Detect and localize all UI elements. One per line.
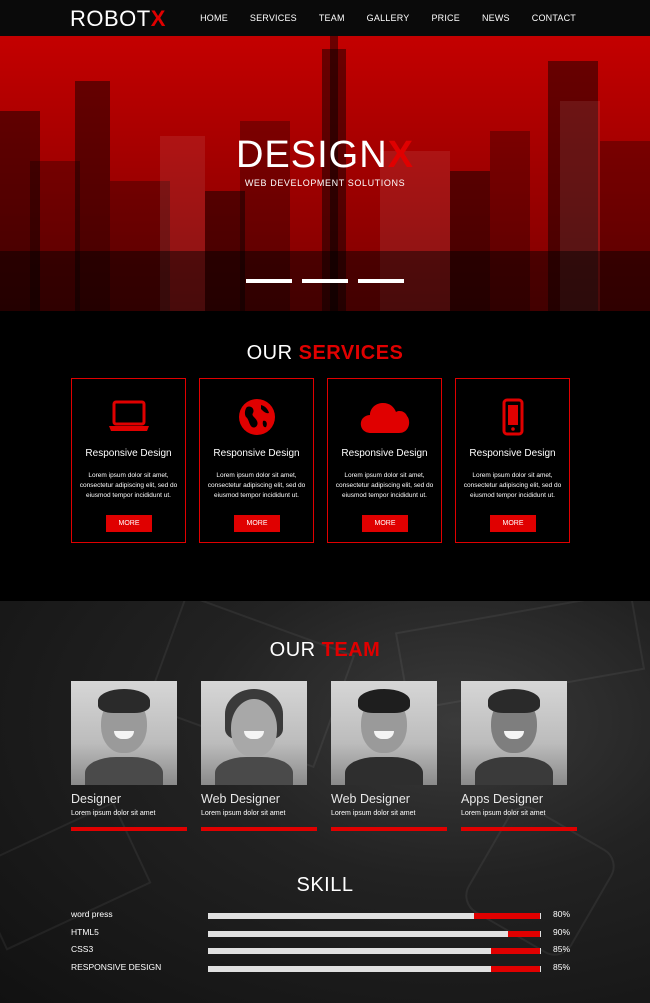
nav-news[interactable]: NEWS — [482, 13, 510, 23]
member-description: Lorem ipsum dolor sit amet — [71, 810, 156, 817]
service-card: Responsive Design Lorem ipsum dolor sit … — [199, 378, 314, 543]
skill-label: HTML5 — [71, 926, 99, 937]
skill-progress-fill — [474, 913, 540, 919]
member-photo — [201, 681, 307, 785]
team-member-card: Web Designer Lorem ipsum dolor sit amet — [331, 681, 447, 831]
member-role: Apps Designer — [461, 792, 543, 806]
more-button[interactable]: MORE — [362, 515, 408, 532]
nav-contact[interactable]: CONTACT — [532, 13, 576, 23]
service-card: Responsive Design Lorem ipsum dolor sit … — [455, 378, 570, 543]
team-heading-text: OUR — [269, 639, 316, 661]
service-description: Lorem ipsum dolor sit amet, consectetur … — [463, 472, 562, 499]
team-member-card: Web Designer Lorem ipsum dolor sit amet — [201, 681, 317, 831]
nav-home[interactable]: HOME — [200, 13, 228, 23]
mobile-icon — [456, 395, 569, 439]
service-card: Responsive Design Lorem ipsum dolor sit … — [71, 378, 186, 543]
skill-label: CSS3 — [71, 944, 94, 954]
more-button[interactable]: MORE — [106, 515, 152, 532]
skill-progress-track — [208, 913, 541, 919]
skill-progress-track — [208, 965, 541, 972]
nav-team[interactable]: TEAM — [319, 13, 345, 23]
hero-banner: DESIGNX WEB DEVELOPMENT SOLUTIONS — [0, 36, 650, 311]
service-title: Responsive Design — [213, 448, 300, 459]
services-heading-accent: SERVICES — [298, 342, 404, 364]
member-photo — [331, 681, 437, 785]
member-role: Web Designer — [201, 792, 280, 806]
skill-progress-track — [208, 948, 541, 954]
hero-subtitle: WEB DEVELOPMENT SOLUTIONS — [244, 178, 406, 188]
nav-gallery[interactable]: GALLERY — [367, 13, 410, 23]
skill-heading: SKILL — [296, 874, 354, 896]
more-button[interactable]: MORE — [490, 515, 536, 532]
skill-progress-fill — [491, 948, 540, 954]
member-photo — [71, 681, 177, 785]
laptop-icon — [72, 395, 185, 439]
services-section: OUR SERVICES Responsive Design Lorem ips… — [0, 311, 650, 601]
hero-title: DESIGNX — [0, 134, 650, 177]
service-title: Responsive Design — [469, 448, 556, 459]
skill-progress-track — [208, 930, 541, 937]
skill-percent: 85% — [553, 944, 571, 954]
services-heading-text: OUR — [246, 342, 293, 364]
member-description: Lorem ipsum dolor sit amet — [461, 810, 546, 817]
skill-list: word press 80% HTML5 90% CSS3 85% RESPON… — [71, 909, 581, 979]
slide-indicator-2[interactable] — [302, 279, 348, 283]
service-description: Lorem ipsum dolor sit amet, consectetur … — [207, 472, 306, 499]
services-cards: Responsive Design Lorem ipsum dolor sit … — [71, 378, 570, 543]
cloud-icon — [328, 395, 441, 439]
service-card: Responsive Design Lorem ipsum dolor sit … — [327, 378, 442, 543]
skill-row: word press 80% — [71, 909, 581, 927]
services-heading: OUR SERVICES — [0, 342, 650, 365]
brand-name: ROBOT — [70, 6, 151, 31]
team-heading-accent: TEAM — [321, 639, 381, 661]
member-divider — [71, 827, 187, 831]
slide-indicator-1[interactable] — [246, 279, 292, 283]
service-title: Responsive Design — [85, 448, 172, 459]
skill-percent: 90% — [553, 926, 571, 937]
member-divider — [331, 827, 447, 831]
skill-progress-fill — [491, 965, 540, 972]
skill-progress-fill — [508, 930, 540, 937]
service-description: Lorem ipsum dolor sit amet, consectetur … — [335, 472, 434, 499]
skill-label: RESPONSIVE DESIGN — [71, 961, 162, 972]
nav-services[interactable]: SERVICES — [250, 13, 297, 23]
globe-icon — [200, 395, 313, 439]
member-role: Web Designer — [331, 792, 410, 806]
main-menu: HOME SERVICES TEAM GALLERY PRICE NEWS CO… — [178, 13, 576, 23]
slide-indicator-3[interactable] — [358, 279, 404, 283]
brand-logo[interactable]: ROBOTX — [70, 6, 166, 32]
team-member-card: Apps Designer Lorem ipsum dolor sit amet — [461, 681, 577, 831]
slider-pagination — [246, 279, 404, 283]
team-members: Designer Lorem ipsum dolor sit amet Web … — [71, 681, 577, 831]
member-description: Lorem ipsum dolor sit amet — [331, 810, 416, 817]
top-navbar: ROBOTX HOME SERVICES TEAM GALLERY PRICE … — [0, 0, 650, 36]
team-member-card: Designer Lorem ipsum dolor sit amet — [71, 681, 187, 831]
member-divider — [201, 827, 317, 831]
hero-title-accent: X — [387, 134, 415, 176]
member-divider — [461, 827, 577, 831]
skill-percent: 80% — [553, 909, 571, 919]
skill-label: word press — [71, 909, 113, 919]
team-heading: OUR TEAM — [0, 639, 650, 662]
nav-price[interactable]: PRICE — [431, 13, 460, 23]
team-skill-section: OUR TEAM Designer Lorem ipsum dolor sit … — [0, 601, 650, 1003]
brand-accent: X — [150, 6, 166, 31]
member-description: Lorem ipsum dolor sit amet — [201, 810, 286, 817]
skill-row: RESPONSIVE DESIGN 85% — [71, 962, 581, 980]
skill-row: HTML5 90% — [71, 927, 581, 945]
skill-row: CSS3 85% — [71, 944, 581, 962]
service-description: Lorem ipsum dolor sit amet, consectetur … — [79, 472, 178, 499]
service-title: Responsive Design — [341, 448, 428, 459]
hero-title-text: DESIGN — [235, 134, 388, 176]
member-photo — [461, 681, 567, 785]
member-role: Designer — [71, 792, 122, 806]
skill-percent: 85% — [553, 961, 571, 972]
more-button[interactable]: MORE — [234, 515, 280, 532]
